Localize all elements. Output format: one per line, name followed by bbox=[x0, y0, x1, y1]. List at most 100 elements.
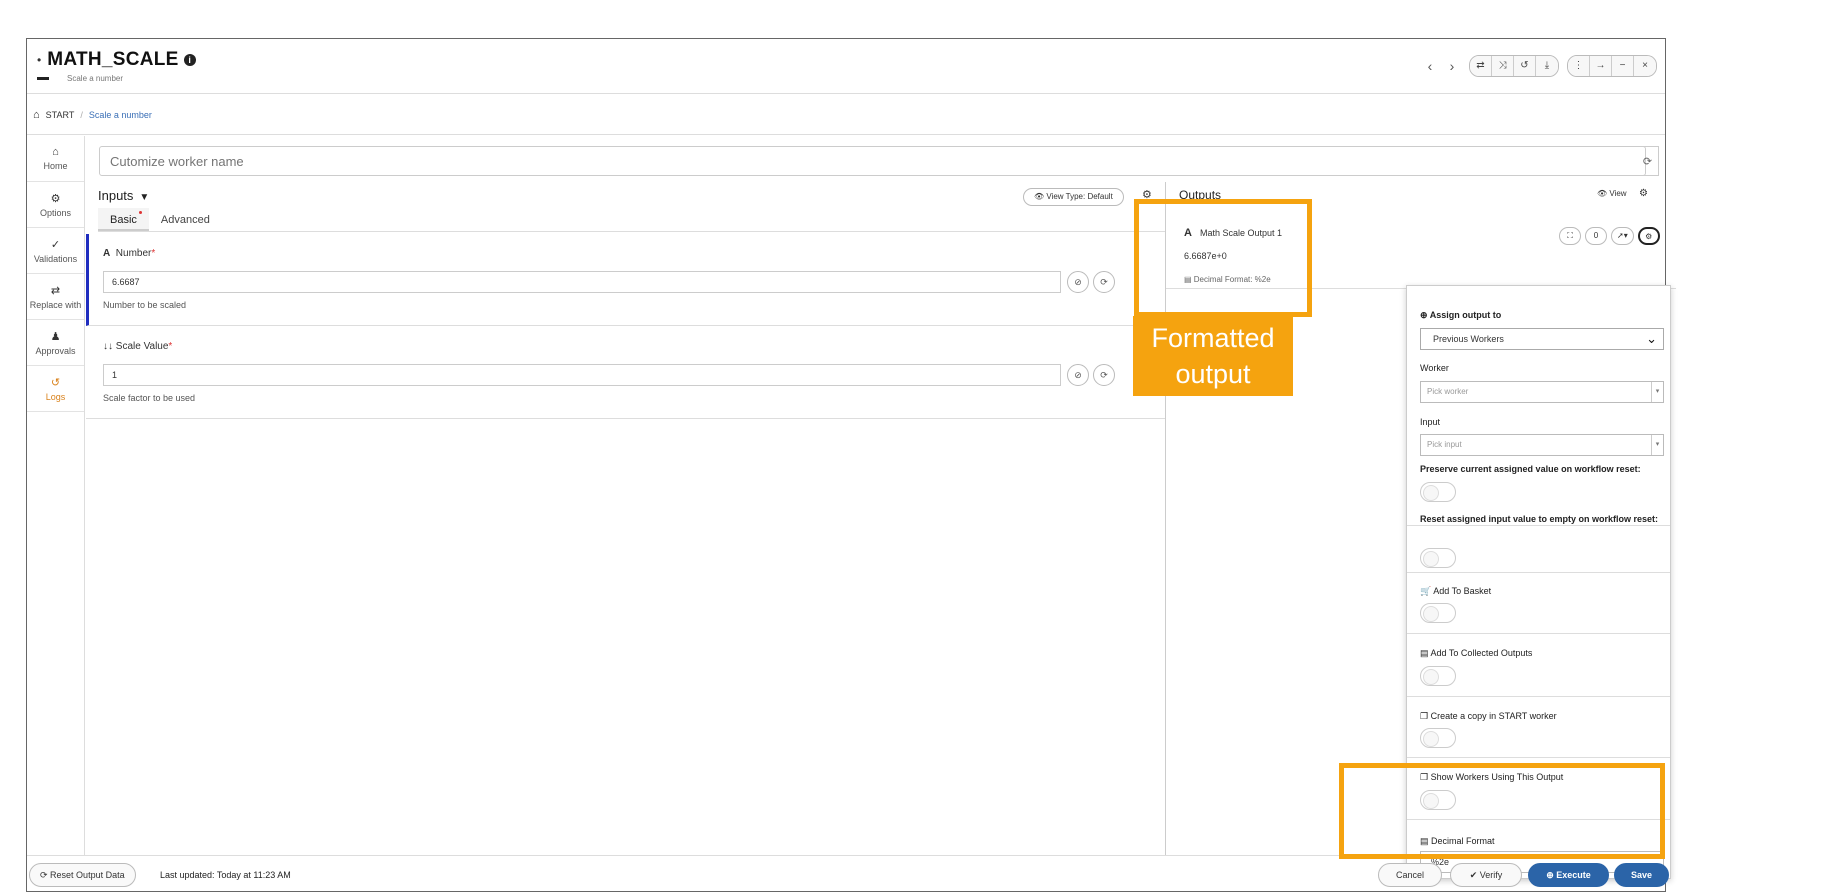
assign-dropdown-button[interactable]: ➚▾ bbox=[1611, 227, 1634, 245]
number-field-block: A Number* 6.6687 ⊘ ⟳ Number to be scaled bbox=[86, 234, 1165, 326]
shuffle-button[interactable]: ⤨ bbox=[1492, 56, 1514, 76]
copy-toggle[interactable] bbox=[1420, 728, 1456, 748]
filter-icon[interactable]: ▼ bbox=[139, 192, 149, 203]
verify-button[interactable]: ✔ Verify bbox=[1450, 863, 1522, 887]
number-label-text: Number bbox=[115, 248, 152, 259]
formatted-output-callout: Formatted output bbox=[1133, 316, 1293, 396]
expand-icon[interactable]: ⛶ bbox=[1559, 227, 1581, 245]
basket-label-text: Add To Basket bbox=[1433, 586, 1492, 596]
user-check-icon: ♟ bbox=[50, 330, 61, 343]
more-options-button[interactable]: ⋮ bbox=[1568, 56, 1590, 76]
verify-button-label: Verify bbox=[1479, 870, 1503, 880]
close-button[interactable]: × bbox=[1634, 56, 1656, 76]
callout-line-2: output bbox=[1175, 359, 1251, 389]
input-tabs: Basic Advanced bbox=[98, 208, 1165, 232]
tab-advanced[interactable]: Advanced bbox=[149, 208, 222, 231]
footer: ⟳ Reset Output Data Last updated: Today … bbox=[27, 855, 1669, 891]
check-icon: ✓ bbox=[50, 238, 61, 251]
action-button-group: ⇄ ⤨ ↺ ⤓ bbox=[1469, 55, 1559, 77]
output-count-badge[interactable]: 0 bbox=[1585, 227, 1607, 245]
collected-toggle[interactable] bbox=[1420, 666, 1456, 686]
worker-title: MATH_SCALE bbox=[47, 49, 179, 70]
gear-icon: ⚙ bbox=[50, 192, 61, 205]
worker-name-input[interactable] bbox=[99, 146, 1646, 176]
scale-help-text: Scale factor to be used bbox=[103, 393, 196, 403]
inputs-title: Inputs ▼ bbox=[98, 188, 149, 203]
sidebar-item-logs[interactable]: ↺ Logs bbox=[27, 366, 84, 412]
cancel-button[interactable]: Cancel bbox=[1378, 863, 1442, 887]
collected-label: ▤ Add To Collected Outputs bbox=[1420, 648, 1533, 658]
info-icon[interactable]: i bbox=[183, 54, 196, 66]
prev-arrow-icon[interactable]: ‹ bbox=[1421, 56, 1439, 76]
view-type-label: View Type: Default bbox=[1046, 192, 1113, 201]
worker-header: • MATH_SCALE i Scale a number ‹ › ⇄ ⤨ ↺ … bbox=[27, 39, 1665, 94]
outputs-view-label: View bbox=[1609, 189, 1627, 198]
refresh-icon[interactable]: ⟳ bbox=[1637, 146, 1659, 176]
scale-value-input[interactable]: 1 bbox=[103, 364, 1061, 386]
home-icon[interactable]: ⌂ bbox=[33, 109, 40, 121]
output-action-buttons: ⛶ 0 ➚▾ ⚙ bbox=[1559, 227, 1660, 245]
sidebar-item-label: Replace with bbox=[29, 299, 82, 310]
sidebar: ⌂ Home ⚙ Options ✓ Validations ⇄ Replace… bbox=[27, 136, 85, 855]
reset-label: Reset assigned input value to empty on w… bbox=[1420, 514, 1659, 524]
basket-label: 🛒 Add To Basket bbox=[1420, 586, 1492, 596]
copy-label-text: Create a copy in START worker bbox=[1430, 711, 1557, 721]
outputs-view-button[interactable]: 👁 View bbox=[1597, 189, 1627, 198]
copy-section: ❐ Create a copy in START worker bbox=[1407, 697, 1670, 758]
swap-icon: ⇄ bbox=[50, 284, 61, 297]
attach-icon[interactable]: ⊘ bbox=[1067, 271, 1089, 293]
reset-output-data-button[interactable]: ⟳ Reset Output Data bbox=[29, 863, 136, 887]
sidebar-item-label: Home bbox=[43, 161, 68, 171]
home-icon: ⌂ bbox=[52, 146, 59, 158]
window-button-group: ⋮ → − × bbox=[1567, 55, 1657, 77]
basket-section: 🛒 Add To Basket bbox=[1407, 572, 1670, 634]
highlight-output-box bbox=[1134, 199, 1312, 317]
window-controls: ‹ › ⇄ ⤨ ↺ ⤓ ⋮ → − × bbox=[1421, 55, 1657, 77]
number-input[interactable]: 6.6687 bbox=[103, 271, 1061, 293]
save-button[interactable]: Save bbox=[1614, 863, 1669, 887]
reset-section: Reset assigned input value to empty on w… bbox=[1407, 286, 1670, 572]
download-button[interactable]: ⤓ bbox=[1536, 56, 1558, 76]
sidebar-item-validations[interactable]: ✓ Validations bbox=[27, 228, 84, 274]
next-arrow-icon[interactable]: › bbox=[1443, 56, 1461, 76]
refresh-icon[interactable]: ⟳ bbox=[1093, 364, 1115, 386]
swap-button[interactable]: ⇄ bbox=[1470, 56, 1492, 76]
view-type-button[interactable]: 👁 View Type: Default bbox=[1023, 188, 1124, 206]
basket-toggle[interactable] bbox=[1420, 603, 1456, 623]
sidebar-item-home[interactable]: ⌂ Home bbox=[27, 136, 84, 182]
forward-button[interactable]: → bbox=[1590, 56, 1612, 76]
sidebar-item-approvals[interactable]: ♟ Approvals bbox=[27, 320, 84, 366]
refresh-icon[interactable]: ⟳ bbox=[1093, 271, 1115, 293]
number-help-text: Number to be scaled bbox=[103, 300, 187, 310]
callout-line-1: Formatted bbox=[1151, 323, 1275, 353]
sidebar-item-replace-with[interactable]: ⇄ Replace with bbox=[27, 274, 84, 320]
sidebar-item-label: Logs bbox=[45, 391, 66, 402]
breadcrumb-current[interactable]: Scale a number bbox=[89, 110, 152, 120]
tab-basic[interactable]: Basic bbox=[98, 208, 149, 231]
sidebar-item-options[interactable]: ⚙ Options bbox=[27, 182, 84, 228]
sidebar-item-label: Options bbox=[39, 207, 72, 218]
execute-button[interactable]: ⊕ Execute bbox=[1528, 863, 1609, 887]
copy-label: ❐ Create a copy in START worker bbox=[1420, 711, 1557, 721]
number-field-label: A Number* bbox=[103, 248, 156, 259]
minimize-button[interactable]: − bbox=[1612, 56, 1634, 76]
worker-subtitle: Scale a number bbox=[67, 74, 124, 83]
scale-field-label: ↓↓ Scale Value* bbox=[103, 341, 173, 352]
title-area: • MATH_SCALE i Scale a number bbox=[37, 49, 196, 83]
minimize-bar-icon[interactable] bbox=[37, 77, 49, 80]
inputs-panel: Inputs ▼ 👁 View Type: Default ⚙ Basic Adv… bbox=[86, 182, 1166, 855]
settings-gear-button[interactable]: ⚙ bbox=[1637, 227, 1660, 245]
highlight-decimal-format-box bbox=[1339, 763, 1665, 859]
attach-icon[interactable]: ⊘ bbox=[1067, 364, 1089, 386]
breadcrumb-separator: / bbox=[80, 109, 83, 120]
scale-field-block: ↓↓ Scale Value* 1 ⊘ ⟳ Scale factor to be… bbox=[86, 327, 1165, 419]
breadcrumb-start[interactable]: START bbox=[46, 110, 75, 120]
inputs-title-label: Inputs bbox=[98, 188, 134, 203]
last-updated-text: Last updated: Today at 11:23 AM bbox=[160, 870, 291, 880]
reset-toggle[interactable] bbox=[1420, 548, 1456, 568]
history-icon: ↺ bbox=[50, 376, 61, 389]
collected-label-text: Add To Collected Outputs bbox=[1430, 648, 1533, 658]
breadcrumb: ⌂ START / Scale a number bbox=[27, 95, 1665, 135]
gear-icon[interactable]: ⚙ bbox=[1639, 188, 1648, 199]
undo-button[interactable]: ↺ bbox=[1514, 56, 1536, 76]
